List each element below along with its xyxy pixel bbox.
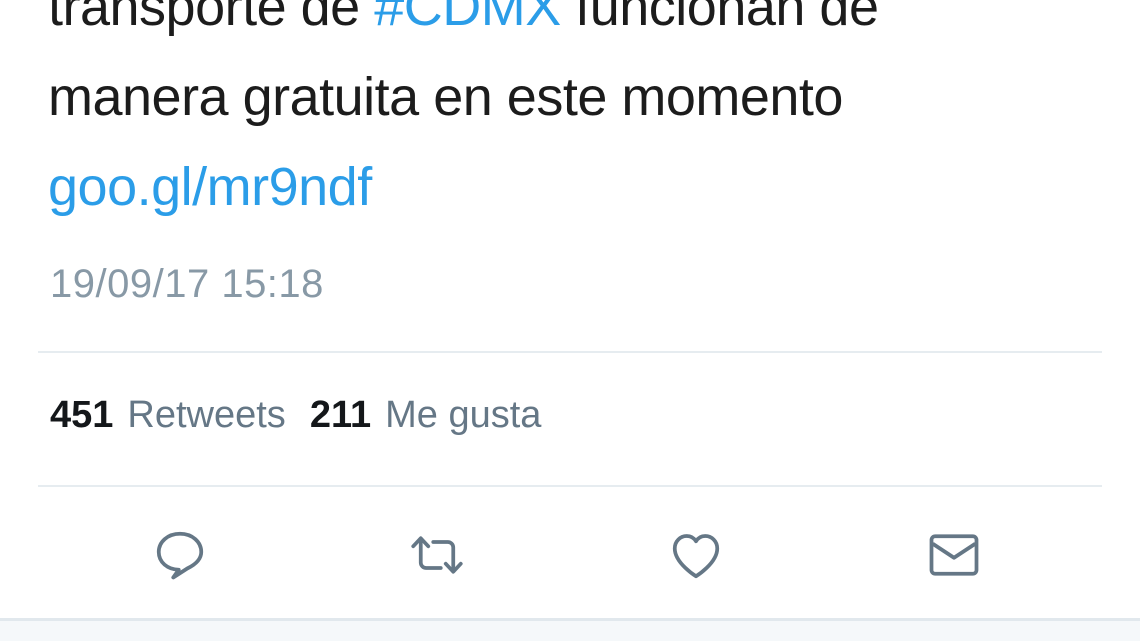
likes-count: 211 (309, 394, 372, 436)
envelope-icon (929, 534, 979, 576)
retweet-button[interactable] (402, 520, 472, 590)
retweets-stat[interactable]: 451 Retweets (50, 394, 286, 437)
tweet-action-bar (0, 520, 1140, 590)
hashtag-link[interactable]: #CDMX (374, 0, 561, 37)
tweet-stats: 451 Retweets 211 Me gusta (50, 394, 565, 437)
reply-button[interactable] (145, 520, 215, 590)
retweet-icon (411, 536, 463, 574)
like-button[interactable] (661, 520, 731, 590)
divider (38, 485, 1102, 487)
heart-icon (672, 534, 720, 579)
retweets-label: Retweets (127, 394, 286, 436)
tweet-text-line-1: transporte de #CDMX funcionan de (48, 0, 1108, 52)
tweet-text: transporte de #CDMX funcionan de manera … (48, 0, 1108, 232)
tweet-text-line-2: manera gratuita en este momento (48, 67, 843, 127)
reply-icon (156, 531, 204, 580)
divider (38, 351, 1102, 353)
retweets-count: 451 (50, 394, 114, 436)
tweet-timestamp: 19/09/17 15:18 (50, 262, 324, 306)
direct-message-button[interactable] (919, 520, 989, 590)
likes-stat[interactable]: 211 Me gusta (310, 394, 542, 437)
likes-label: Me gusta (385, 394, 542, 436)
next-item-strip (0, 621, 1140, 641)
tweet-url-link[interactable]: goo.gl/mr9ndf (48, 157, 372, 217)
tweet-text-segment: transporte de (48, 0, 375, 37)
tweet-text-segment: funcionan de (560, 0, 879, 37)
